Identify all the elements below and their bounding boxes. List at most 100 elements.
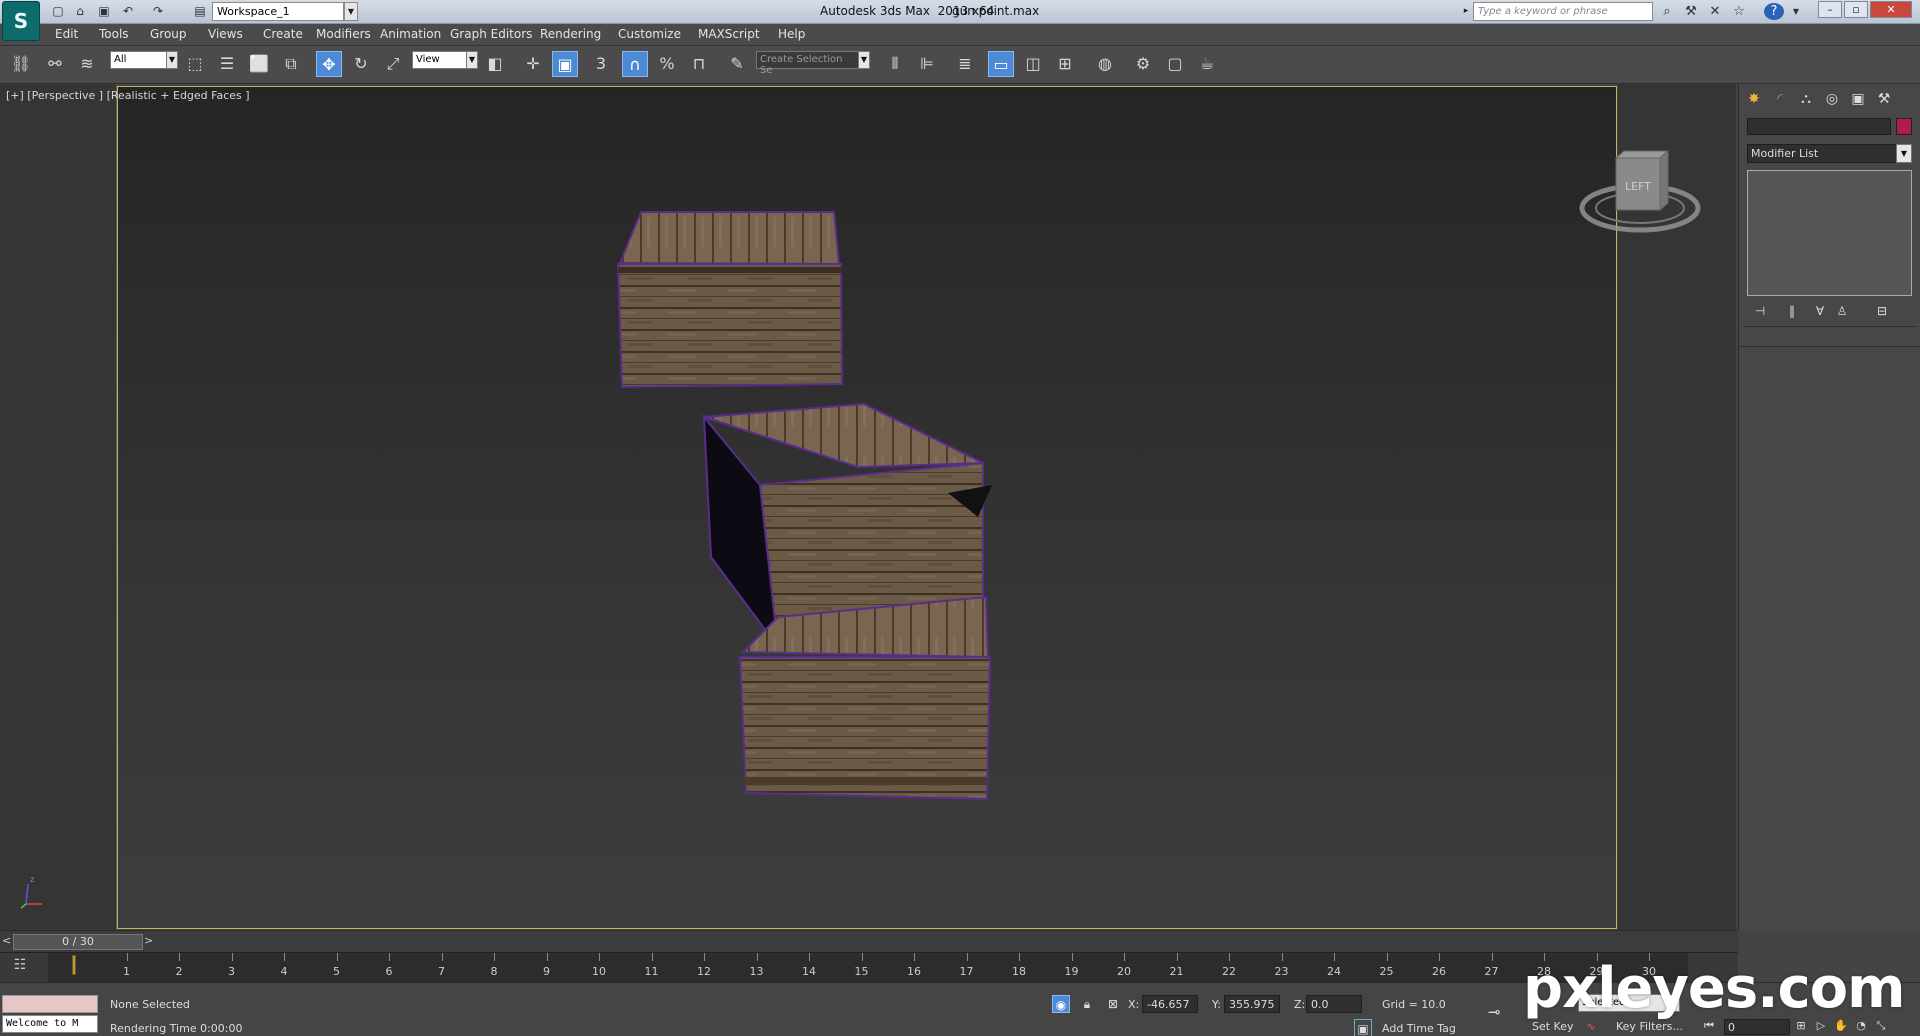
menu-animation[interactable]: Animation — [380, 27, 441, 41]
rendered-frame-window-icon[interactable]: ▢ — [1162, 51, 1188, 77]
absolute-mode-icon[interactable]: ⊠ — [1104, 995, 1122, 1013]
snaps-toggle-icon[interactable]: 3 — [588, 51, 614, 77]
current-frame-field[interactable]: 0 — [1724, 1019, 1790, 1035]
track-area[interactable]: 1 2 3 4 5 6 7 8 9 10 11 12 13 14 15 16 17 18 19 20 21 22 23 24 2… — [48, 953, 1688, 983]
curve-editor-icon[interactable]: ◫ — [1020, 51, 1046, 77]
time-slider-thumb[interactable]: 0 / 30 — [13, 934, 143, 950]
selection-lock-icon[interactable]: 🔒︎ — [1078, 995, 1096, 1013]
chevron-down-icon[interactable]: ▼ — [466, 51, 478, 69]
menu-edit[interactable]: Edit — [55, 27, 78, 41]
pivot-point-icon[interactable]: ◧ — [482, 51, 508, 77]
rectangular-selection-icon[interactable]: ⬜ — [246, 51, 272, 77]
redo-icon[interactable]: ↷ — [150, 4, 166, 19]
menu-graph-editors[interactable]: Graph Editors — [450, 27, 532, 41]
menu-tools[interactable]: Tools — [99, 27, 129, 41]
help-dropdown-icon[interactable]: ▼ — [1787, 3, 1805, 20]
render-production-icon[interactable]: ☕ — [1194, 51, 1220, 77]
create-tab-icon[interactable]: ✸ — [1743, 88, 1765, 110]
hierarchy-tab-icon[interactable]: ⛬ — [1795, 88, 1817, 110]
modifier-stack[interactable] — [1747, 170, 1912, 296]
show-end-result-icon[interactable]: ‖ — [1781, 302, 1803, 320]
menu-create[interactable]: Create — [263, 27, 303, 41]
select-and-scale-icon[interactable]: ⤢ — [380, 51, 406, 77]
bind-space-warp-icon[interactable]: ≋ — [74, 51, 100, 77]
project-folder-icon[interactable]: ▤ — [192, 4, 208, 19]
time-slider[interactable]: < 0 / 30 > — [0, 930, 1738, 952]
help-icon[interactable]: ? — [1764, 3, 1784, 20]
menu-help[interactable]: Help — [778, 27, 805, 41]
layer-manager-icon[interactable]: ≣ — [952, 51, 978, 77]
favorites-star-icon[interactable]: ☆ — [1730, 3, 1748, 20]
maxscript-listener-mini[interactable] — [2, 995, 98, 1013]
minimize-button[interactable]: – — [1818, 1, 1842, 18]
chevron-down-icon[interactable]: ▼ — [166, 51, 178, 69]
close-button[interactable]: ✕ — [1870, 1, 1912, 18]
menu-modifiers[interactable]: Modifiers — [316, 27, 371, 41]
select-object-icon[interactable]: ⬚ — [182, 51, 208, 77]
schematic-view-icon[interactable]: ⊞ — [1052, 51, 1078, 77]
communication-icon[interactable]: ✕ — [1706, 3, 1724, 20]
motion-tab-icon[interactable]: ◎ — [1821, 88, 1843, 110]
menu-maxscript[interactable]: MAXScript — [698, 27, 760, 41]
pin-stack-icon[interactable]: ⊣ — [1749, 302, 1771, 320]
maxscript-input[interactable]: Welcome to M — [2, 1015, 98, 1033]
render-setup-icon[interactable]: ⚙ — [1130, 51, 1156, 77]
display-tab-icon[interactable]: ▣ — [1847, 88, 1869, 110]
y-coordinate-field[interactable]: 355.975 — [1224, 995, 1280, 1013]
crate-bottom[interactable] — [738, 595, 992, 801]
undo-icon[interactable]: ↶ — [120, 4, 136, 19]
set-key-label[interactable]: Set Key — [1532, 1020, 1574, 1033]
search-expand-icon[interactable]: ▸ — [1460, 2, 1472, 21]
save-icon[interactable]: ▣ — [96, 4, 112, 19]
select-and-move-icon[interactable]: ✥ — [316, 51, 342, 77]
key-filters-button[interactable]: Key Filters... — [1616, 1020, 1683, 1033]
reference-coordinate-select[interactable]: View — [412, 51, 468, 69]
menu-customize[interactable]: Customize — [618, 27, 681, 41]
manipulate-icon[interactable]: ✛ — [520, 51, 546, 77]
object-color-swatch[interactable] — [1896, 118, 1912, 135]
viewcube[interactable]: LEFT — [1578, 148, 1708, 243]
keyboard-shortcut-override-icon[interactable]: ▣ — [552, 51, 578, 77]
add-time-tag-button[interactable]: Add Time Tag — [1382, 1022, 1456, 1035]
percent-snap-icon[interactable]: % — [654, 51, 680, 77]
x-coordinate-field[interactable]: -46.657 — [1142, 995, 1198, 1013]
modifier-list-select[interactable]: Modifier List — [1747, 144, 1903, 163]
menu-group[interactable]: Group — [150, 27, 187, 41]
app-logo-icon[interactable]: S — [2, 1, 40, 41]
modify-tab-icon[interactable]: ◜ — [1769, 88, 1791, 110]
perspective-viewport[interactable] — [117, 86, 1617, 929]
previous-frame-button[interactable]: < — [2, 934, 12, 950]
selection-set-input[interactable]: Create Selection Se — [756, 51, 860, 76]
utilities-tab-icon[interactable]: ⚒ — [1873, 88, 1895, 110]
edit-named-selection-icon[interactable]: ✎ — [724, 51, 750, 77]
spinner-snap-icon[interactable]: ⊓ — [686, 51, 712, 77]
window-crossing-icon[interactable]: ⧉ — [278, 51, 304, 77]
time-tag-icon[interactable]: ▣ — [1354, 1019, 1372, 1036]
crate-top[interactable] — [616, 211, 844, 389]
viewport-label[interactable]: [+] [Perspective ] [Realistic + Edged Fa… — [6, 89, 250, 102]
chevron-down-icon[interactable]: ▼ — [344, 2, 358, 21]
isolate-selection-icon[interactable]: ◉ — [1052, 995, 1070, 1013]
open-file-icon[interactable]: ⌂ — [72, 4, 88, 19]
workspace-select[interactable]: Workspace_1 — [212, 2, 344, 21]
configure-modifier-sets-icon[interactable]: ⊟ — [1871, 302, 1893, 320]
next-frame-button[interactable]: > — [144, 934, 156, 950]
new-file-icon[interactable]: ▢ — [50, 4, 66, 19]
maximize-button[interactable]: ▫ — [1844, 1, 1868, 18]
object-name-input[interactable] — [1747, 118, 1891, 135]
mini-curve-editor-icon[interactable]: ☷ — [8, 957, 32, 979]
chevron-down-icon[interactable]: ▼ — [858, 51, 870, 69]
z-coordinate-field[interactable]: 0.0 — [1306, 995, 1362, 1013]
angle-snap-icon[interactable]: ∩ — [622, 51, 648, 77]
align-icon[interactable]: ⊫ — [914, 51, 940, 77]
key-icon[interactable]: ⊸ — [1488, 1003, 1514, 1021]
mirror-icon[interactable]: ⫴ — [882, 51, 908, 77]
link-icon[interactable]: ⛓ — [8, 51, 34, 77]
select-by-name-icon[interactable]: ☰ — [214, 51, 240, 77]
subscription-icon[interactable]: ⚒ — [1682, 3, 1700, 20]
selection-filter-select[interactable]: All — [110, 51, 168, 69]
menu-rendering[interactable]: Rendering — [540, 27, 601, 41]
unlink-icon[interactable]: ⚯ — [42, 51, 68, 77]
search-input[interactable]: Type a keyword or phrase — [1473, 2, 1653, 21]
binoculars-icon[interactable]: ⌕ — [1658, 3, 1676, 20]
